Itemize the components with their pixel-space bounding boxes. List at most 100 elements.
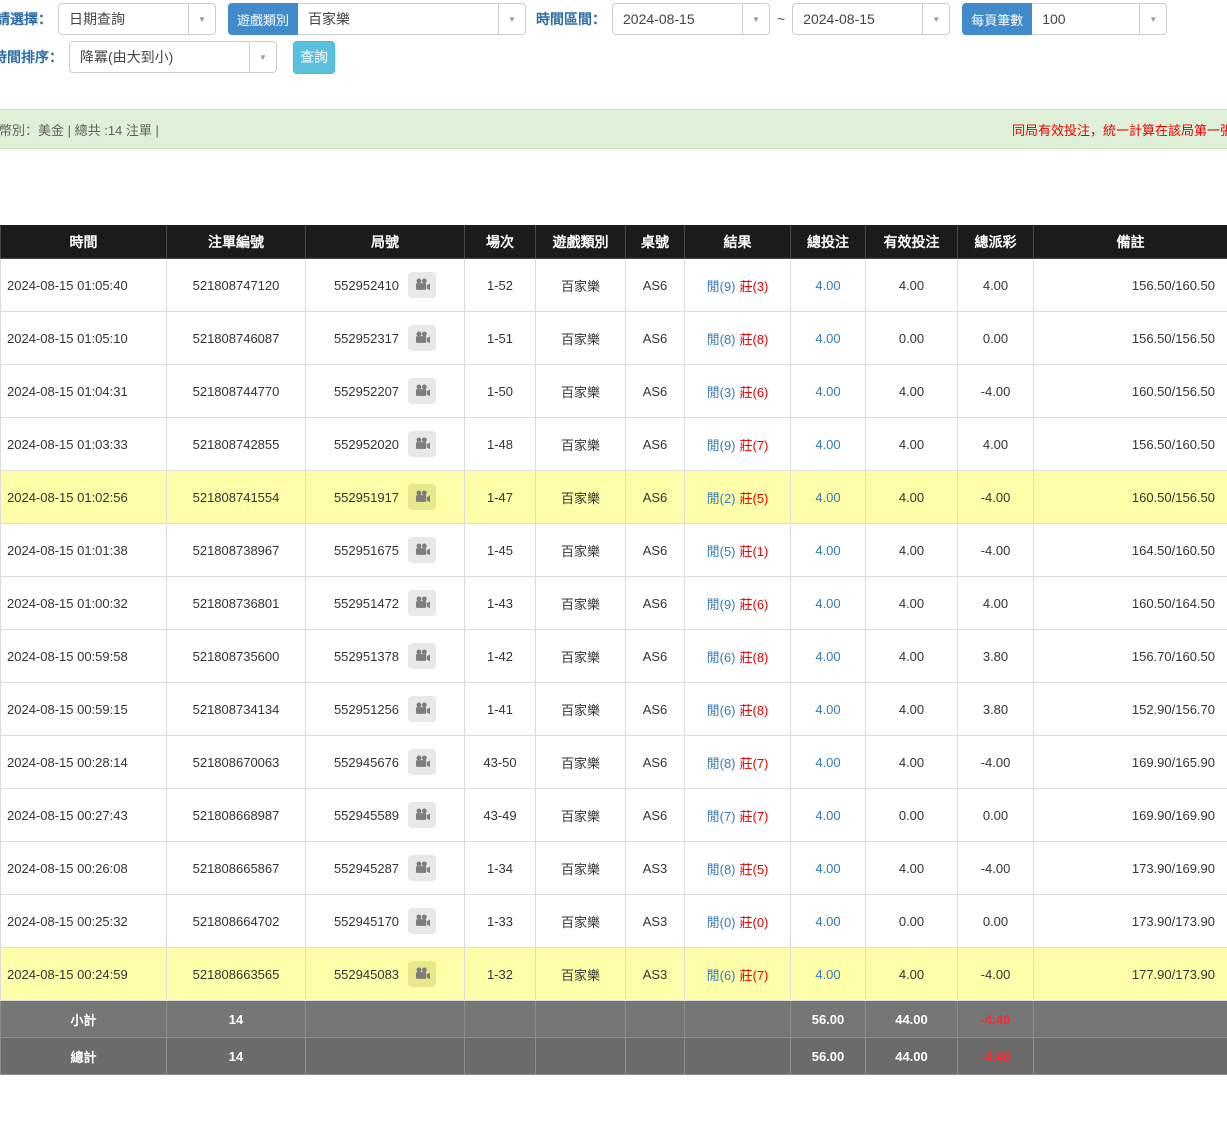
total-bet-link[interactable]: 4.00 — [815, 331, 840, 346]
cell-valid-bet: 0.00 — [866, 312, 958, 365]
filter-toolbar: 請選擇： 日期查詢 ▼ 遊戲類別 百家樂 ▼ 時間區間： 2024-08-15 … — [0, 0, 1227, 75]
total-bet-link[interactable]: 4.00 — [815, 914, 840, 929]
summary-bar: 幣別：美金 | 總共 :14 注單 | 同局有效投注，統一計算在該局第一張 — [0, 109, 1227, 149]
cell-game-type: 百家樂 — [536, 259, 626, 312]
cell-remark: 177.90/173.90 — [1034, 948, 1227, 1001]
cell-game-type: 百家樂 — [536, 471, 626, 524]
cell-total-bet: 4.00 — [791, 471, 866, 524]
video-camera-icon[interactable] — [408, 749, 436, 775]
cell-payout: -4.00 — [958, 524, 1034, 577]
total-bet-link[interactable]: 4.00 — [815, 967, 840, 982]
sort-label: 時間排序： — [0, 47, 63, 67]
result-player: 閒(6) — [707, 650, 736, 665]
round-number: 552951675 — [334, 543, 399, 558]
video-camera-icon[interactable] — [408, 908, 436, 934]
video-camera-icon[interactable] — [408, 590, 436, 616]
total-bet-link[interactable]: 4.00 — [815, 596, 840, 611]
cell-time: 2024-08-15 00:25:32 — [1, 895, 167, 948]
table-row: 2024-08-15 01:04:31 521808744770 5529522… — [1, 365, 1227, 418]
cell-total-bet: 4.00 — [791, 630, 866, 683]
cell-bet-id: 521808747120 — [167, 259, 306, 312]
total-bet-link[interactable]: 4.00 — [815, 384, 840, 399]
cell-bet-id: 521808735600 — [167, 630, 306, 683]
cell-bet-id: 521808736801 — [167, 577, 306, 630]
cell-game-type: 百家樂 — [536, 842, 626, 895]
cell-table-no: AS6 — [626, 312, 685, 365]
chevron-down-icon: ▼ — [188, 4, 215, 34]
cell-payout: -4.00 — [958, 948, 1034, 1001]
result-player: 閒(8) — [707, 332, 736, 347]
round-number: 552951378 — [334, 649, 399, 664]
cell-session: 1-34 — [465, 842, 536, 895]
cell-result: 閒(8)莊(8) — [685, 312, 791, 365]
cell-table-no: AS6 — [626, 630, 685, 683]
cell-remark: 156.70/160.50 — [1034, 630, 1227, 683]
video-camera-icon[interactable] — [408, 325, 436, 351]
sort-order-select[interactable]: 降冪(由大到小) ▼ — [69, 41, 277, 73]
cell-result: 閒(9)莊(7) — [685, 418, 791, 471]
result-banker: 莊(7) — [740, 438, 769, 453]
video-camera-icon[interactable] — [408, 431, 436, 457]
result-player: 閒(8) — [707, 756, 736, 771]
cell-time: 2024-08-15 00:27:43 — [1, 789, 167, 842]
round-number: 552951472 — [334, 596, 399, 611]
video-camera-icon[interactable] — [408, 484, 436, 510]
table-row: 2024-08-15 01:03:33 521808742855 5529520… — [1, 418, 1227, 471]
total-bet-link[interactable]: 4.00 — [815, 649, 840, 664]
video-camera-icon[interactable] — [408, 643, 436, 669]
query-type-select[interactable]: 日期查詢 ▼ — [58, 3, 216, 35]
result-banker: 莊(5) — [740, 491, 769, 506]
cell-game-type: 百家樂 — [536, 736, 626, 789]
cell-total-bet: 4.00 — [791, 736, 866, 789]
video-camera-icon[interactable] — [408, 961, 436, 987]
video-camera-icon[interactable] — [408, 378, 436, 404]
footer-label: 小計 — [1, 1001, 167, 1038]
total-bet-link[interactable]: 4.00 — [815, 702, 840, 717]
total-bet-link[interactable]: 4.00 — [815, 278, 840, 293]
game-type-select[interactable]: 百家樂 ▼ — [298, 3, 526, 35]
cell-game-type: 百家樂 — [536, 630, 626, 683]
video-camera-icon[interactable] — [408, 272, 436, 298]
total-bet-link[interactable]: 4.00 — [815, 808, 840, 823]
search-button[interactable]: 查詢 — [293, 41, 335, 74]
cell-time: 2024-08-15 00:59:58 — [1, 630, 167, 683]
footer-valid-bet: 44.00 — [866, 1038, 958, 1075]
page-size-select[interactable]: 100 ▼ — [1032, 3, 1167, 35]
total-bet-link[interactable]: 4.00 — [815, 861, 840, 876]
cell-session: 1-47 — [465, 471, 536, 524]
video-camera-icon[interactable] — [408, 537, 436, 563]
total-bet-link[interactable]: 4.00 — [815, 543, 840, 558]
cell-result: 閒(7)莊(7) — [685, 789, 791, 842]
total-bet-link[interactable]: 4.00 — [815, 755, 840, 770]
cell-table-no: AS6 — [626, 418, 685, 471]
total-bet-link[interactable]: 4.00 — [815, 437, 840, 452]
cell-time: 2024-08-15 01:05:10 — [1, 312, 167, 365]
video-camera-icon[interactable] — [408, 855, 436, 881]
cell-game-type: 百家樂 — [536, 365, 626, 418]
cell-total-bet: 4.00 — [791, 577, 866, 630]
cell-round: 552952207 — [306, 365, 465, 418]
cell-time: 2024-08-15 01:01:38 — [1, 524, 167, 577]
date-from-value: 2024-08-15 — [613, 4, 742, 34]
video-camera-icon[interactable] — [408, 802, 436, 828]
time-range-label: 時間區間： — [536, 9, 606, 29]
total-bet-link[interactable]: 4.00 — [815, 490, 840, 505]
date-from-select[interactable]: 2024-08-15 ▼ — [612, 3, 770, 35]
table-row: 2024-08-15 00:24:59 521808663565 5529450… — [1, 948, 1227, 1001]
cell-total-bet: 4.00 — [791, 842, 866, 895]
cell-bet-id: 521808744770 — [167, 365, 306, 418]
video-camera-icon[interactable] — [408, 696, 436, 722]
table-row: 2024-08-15 00:25:32 521808664702 5529451… — [1, 895, 1227, 948]
cell-session: 1-50 — [465, 365, 536, 418]
result-banker: 莊(7) — [740, 968, 769, 983]
cell-valid-bet: 0.00 — [866, 789, 958, 842]
cell-round: 552945676 — [306, 736, 465, 789]
cell-time: 2024-08-15 00:28:14 — [1, 736, 167, 789]
cell-game-type: 百家樂 — [536, 683, 626, 736]
cell-result: 閒(2)莊(5) — [685, 471, 791, 524]
cell-total-bet: 4.00 — [791, 895, 866, 948]
cell-table-no: AS3 — [626, 842, 685, 895]
select-label: 請選擇： — [0, 9, 52, 29]
cell-game-type: 百家樂 — [536, 577, 626, 630]
date-to-select[interactable]: 2024-08-15 ▼ — [792, 3, 950, 35]
